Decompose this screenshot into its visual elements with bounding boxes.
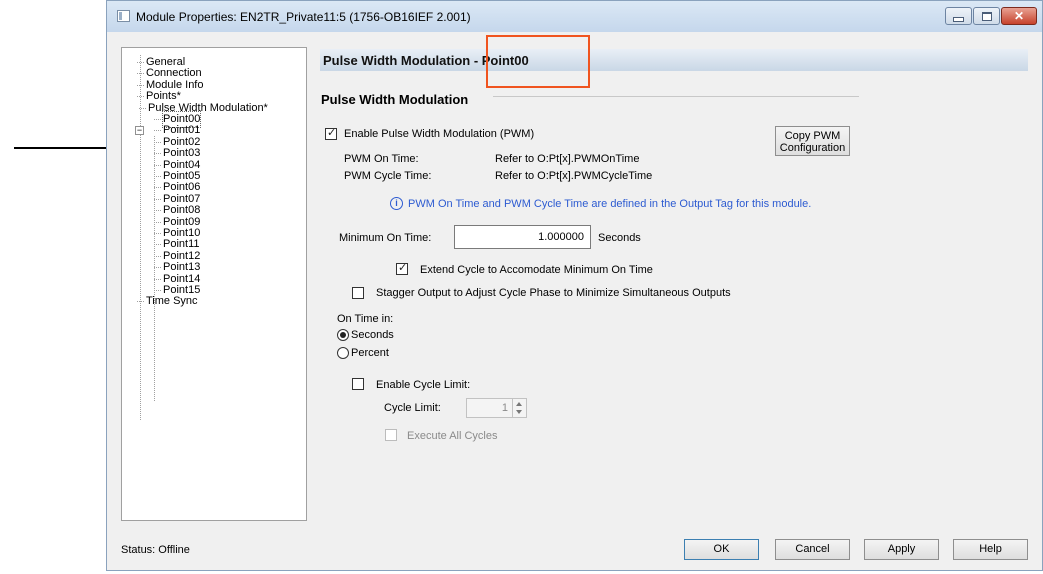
extend-cycle-label: Extend Cycle to Accomodate Minimum On Ti…	[420, 264, 653, 276]
cycle-limit-spinner[interactable]: 1	[466, 398, 527, 418]
section-header: Pulse Width Modulation - Point00	[320, 49, 1028, 71]
tree-connector	[154, 141, 161, 143]
copy-button-line2: Configuration	[779, 142, 846, 154]
apply-button[interactable]: Apply	[864, 539, 939, 560]
spin-up-icon[interactable]	[516, 402, 522, 406]
tree-connector	[154, 176, 161, 177]
tree-connector	[154, 130, 161, 132]
minimize-icon	[953, 16, 964, 22]
tree-connector	[137, 84, 144, 86]
maximize-button[interactable]	[973, 7, 1000, 25]
pwm-on-time-value: Refer to O:Pt[x].PWMOnTime	[495, 153, 640, 165]
cancel-button[interactable]: Cancel	[775, 539, 850, 560]
maximize-icon	[981, 11, 992, 21]
enable-cycle-limit-checkbox[interactable]	[352, 378, 364, 390]
info-text: PWM On Time and PWM Cycle Time are defin…	[408, 198, 812, 210]
pwm-cycle-time-value: Refer to O:Pt[x].PWMCycleTime	[495, 170, 653, 182]
category-tree: − General Connection Module Info Points* Pul…	[121, 47, 307, 521]
tree-connector	[137, 62, 144, 63]
window-icon	[117, 10, 130, 22]
tree-connector	[137, 301, 144, 303]
copy-pwm-configuration-button[interactable]: Copy PWM Configuration	[775, 126, 850, 156]
tree-connector	[154, 278, 161, 280]
tree-connector	[154, 267, 161, 269]
execute-all-cycles-checkbox[interactable]	[385, 429, 397, 441]
ok-button[interactable]: OK	[684, 539, 759, 560]
window-title: Module Properties: EN2TR_Private11:5 (17…	[136, 10, 471, 24]
extend-cycle-checkbox[interactable]	[396, 261, 408, 275]
tree-connector	[154, 164, 161, 166]
tree-connector	[154, 187, 161, 189]
min-on-time-input[interactable]: 1.000000	[454, 225, 591, 249]
seconds-radio[interactable]	[337, 329, 349, 341]
percent-radio[interactable]	[337, 347, 349, 359]
enable-cycle-limit-label: Enable Cycle Limit:	[376, 379, 471, 391]
min-on-time-label: Minimum On Time:	[339, 232, 432, 244]
execute-all-cycles-label: Execute All Cycles	[407, 430, 498, 442]
enable-pwm-checkbox[interactable]	[325, 126, 337, 140]
tree-connector	[154, 153, 161, 155]
tree-connector	[154, 221, 161, 223]
module-properties-window: Module Properties: EN2TR_Private11:5 (17…	[106, 0, 1043, 571]
title-bar: Module Properties: EN2TR_Private11:5 (17…	[107, 1, 1042, 32]
percent-radio-label: Percent	[351, 347, 389, 359]
tree-connector	[139, 107, 146, 109]
tree-connector	[154, 244, 161, 246]
cycle-limit-label: Cycle Limit:	[384, 402, 441, 414]
enable-pwm-label: Enable Pulse Width Modulation (PWM)	[344, 128, 535, 140]
tree-connector	[154, 290, 161, 291]
tree-connector	[137, 96, 144, 98]
tree-connector	[154, 198, 161, 200]
stagger-output-label: Stagger Output to Adjust Cycle Phase to …	[376, 287, 731, 299]
highlight-box	[486, 35, 590, 88]
spinner-buttons[interactable]	[512, 399, 526, 417]
spin-down-icon[interactable]	[516, 410, 522, 414]
min-on-time-unit: Seconds	[598, 232, 641, 244]
minimize-button[interactable]	[945, 7, 972, 25]
group-divider	[493, 96, 859, 97]
on-time-in-label: On Time in:	[337, 313, 394, 325]
stagger-output-checkbox[interactable]	[352, 287, 364, 299]
close-icon: ✕	[1013, 9, 1025, 23]
tree-item-time-sync[interactable]: Time Sync	[146, 294, 198, 309]
tree-connector	[154, 119, 161, 120]
collapse-icon[interactable]: −	[135, 126, 144, 135]
tree-connector	[137, 73, 144, 75]
status-text: Status: Offline	[121, 544, 190, 556]
cycle-limit-value: 1	[501, 402, 508, 414]
tree-connector	[154, 233, 161, 234]
seconds-radio-label: Seconds	[351, 329, 394, 341]
help-button[interactable]: Help	[953, 539, 1028, 560]
tree-connector	[154, 255, 161, 257]
tree-line	[140, 55, 141, 420]
pwm-on-time-label: PWM On Time:	[344, 153, 419, 165]
close-button[interactable]: ✕	[1001, 7, 1037, 25]
pwm-cycle-time-label: PWM Cycle Time:	[344, 170, 432, 182]
tree-connector	[154, 210, 161, 212]
copy-button-line1: Copy PWM	[784, 130, 841, 142]
group-title: Pulse Width Modulation	[321, 92, 469, 107]
info-icon: i	[390, 197, 403, 210]
